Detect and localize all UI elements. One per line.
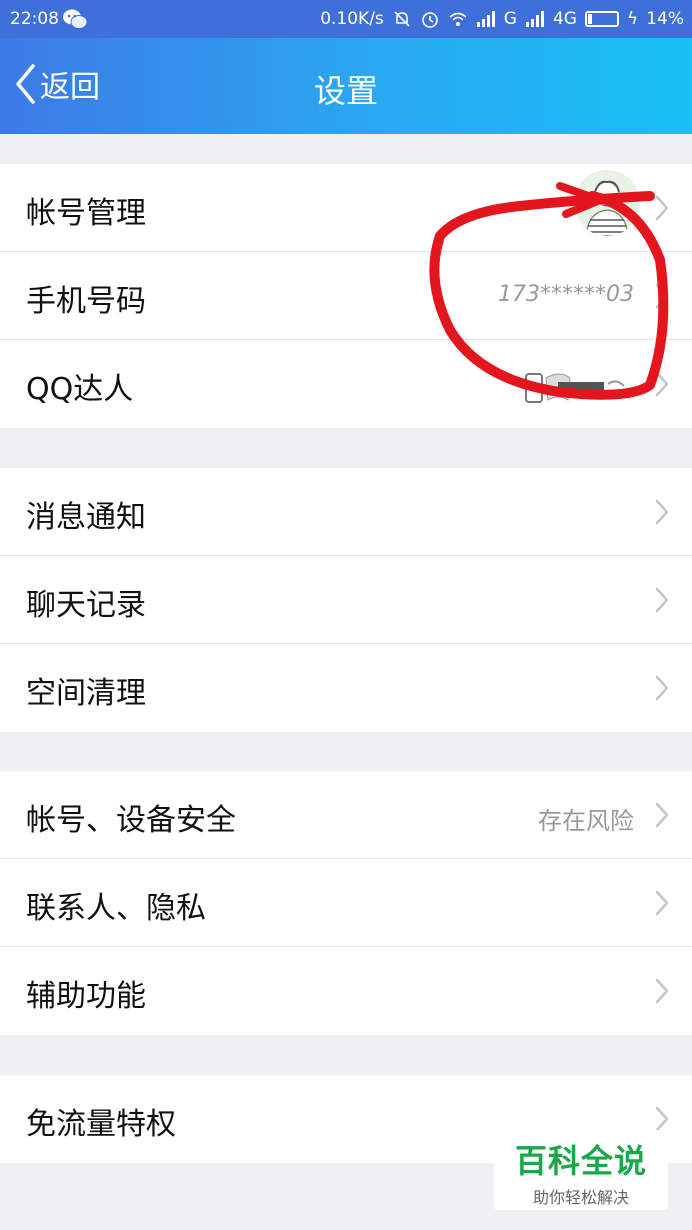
settings-item-label: 聊天记录 (26, 588, 146, 623)
settings-item-label: 免流量特权 (26, 1107, 176, 1142)
chevron-right-icon (655, 283, 669, 309)
chevron-right-icon (655, 499, 669, 525)
status-bar: 22:08 0.10K/s G 4G ϟ 14% (0, 0, 692, 38)
settings-item-chat-history[interactable]: 聊天记录 (0, 556, 692, 644)
navigation-bar: 返回 设置 (0, 38, 692, 134)
watermark-slogan: 助你轻松解决 (532, 1188, 629, 1207)
wifi-icon (449, 12, 467, 26)
settings-item-qq-expert[interactable]: QQ达人 (0, 340, 692, 428)
mute-bell-icon (394, 11, 410, 27)
settings-group-messages: 消息通知 聊天记录 空间清理 (0, 468, 692, 732)
settings-item-label: 联系人、隐私 (26, 891, 206, 926)
settings-item-notifications[interactable]: 消息通知 (0, 468, 692, 556)
settings-item-label: QQ达人 (26, 372, 134, 407)
settings-item-storage-cleanup[interactable]: 空间清理 (0, 644, 692, 732)
settings-item-contacts-privacy[interactable]: 联系人、隐私 (0, 859, 692, 947)
chevron-right-icon (655, 675, 669, 701)
chevron-right-icon (655, 890, 669, 916)
settings-group-account: 帐号管理 手机号码 173******03 QQ达人 (0, 164, 692, 428)
settings-item-label: 消息通知 (26, 500, 146, 535)
settings-item-phone-number[interactable]: 手机号码 173******03 (0, 252, 692, 340)
page-title: 设置 (313, 72, 378, 110)
chevron-right-icon (655, 587, 669, 613)
qq-expert-badge-icon (525, 373, 625, 403)
chevron-right-icon (655, 371, 669, 397)
settings-item-label: 辅助功能 (26, 979, 146, 1014)
security-status-value: 存在风险 (538, 807, 634, 835)
chevron-right-icon (655, 1106, 669, 1132)
charging-icon: ϟ (626, 9, 639, 29)
chevron-right-icon (655, 978, 669, 1004)
settings-group-security: 帐号、设备安全 存在风险 联系人、隐私 辅助功能 (0, 771, 692, 1035)
watermark-brand: 百科全说 (514, 1142, 647, 1180)
settings-item-account-management[interactable]: 帐号管理 (0, 164, 692, 252)
avatar (574, 170, 640, 236)
battery-icon (584, 11, 619, 27)
net-speed: 0.10K/s (320, 9, 384, 29)
battery-percent: 14% (646, 9, 684, 29)
settings-item-label: 帐号、设备安全 (26, 803, 236, 838)
chevron-right-icon (655, 802, 669, 828)
phone-number-value: 173******03 (498, 282, 634, 307)
alarm-clock-icon (421, 12, 438, 28)
signal-label-4g: 4G (552, 9, 577, 29)
settings-item-label: 空间清理 (26, 676, 146, 711)
settings-item-label: 手机号码 (26, 284, 146, 319)
signal-icon (476, 11, 495, 27)
signal-label-g: G (503, 9, 517, 29)
watermark-logo: 百科全说 助你轻松解决 (494, 1130, 668, 1210)
status-time: 22:08 (10, 9, 59, 29)
settings-item-account-device-security[interactable]: 帐号、设备安全 存在风险 (0, 771, 692, 859)
settings-item-accessibility[interactable]: 辅助功能 (0, 947, 692, 1035)
settings-item-label: 帐号管理 (26, 196, 146, 231)
wechat-icon (63, 9, 88, 29)
chevron-right-icon (655, 195, 669, 221)
signal-icon (525, 11, 544, 27)
